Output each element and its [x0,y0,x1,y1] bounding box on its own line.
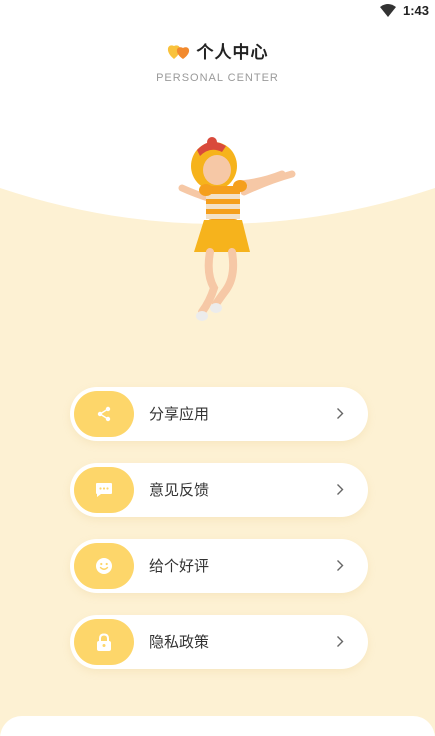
chevron-right-icon [337,408,344,419]
lock-icon-badge [74,619,134,665]
smile-icon-badge [74,543,134,589]
chevron-right-icon [337,560,344,571]
page-subtitle: PERSONAL CENTER [156,71,279,84]
chat-icon [96,483,112,497]
status-time: 1:43 [402,3,429,18]
bottom-card [0,716,435,736]
chat-icon-badge [74,467,134,513]
menu-item-feedback[interactable]: 意见反馈 [70,463,368,517]
menu-item-label: 隐私政策 [149,633,210,651]
character-illustration [178,137,296,321]
lock-icon [97,632,111,651]
page-header: 个人中心 PERSONAL CENTER [0,38,435,84]
share-icon-badge [74,391,134,437]
menu-item-rate[interactable]: 给个好评 [70,539,368,593]
wifi-icon [380,4,396,17]
menu-item-share[interactable]: 分享应用 [70,387,368,441]
smile-icon [96,558,112,574]
menu-item-label: 分享应用 [149,405,210,423]
hearts-icon [167,44,189,59]
menu-item-label: 意见反馈 [149,481,210,499]
chevron-right-icon [337,636,344,647]
status-bar: 1:43 [0,0,435,24]
menu-item-privacy[interactable]: 隐私政策 [70,615,368,669]
share-icon [97,406,111,422]
menu-item-label: 给个好评 [149,557,210,575]
page-title: 个人中心 [196,43,269,63]
title-row: 个人中心 [167,38,269,63]
chevron-right-icon [337,484,344,495]
